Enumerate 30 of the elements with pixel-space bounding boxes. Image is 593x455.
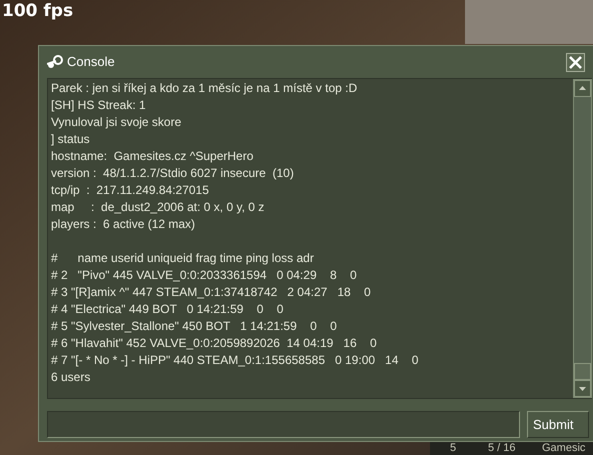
- console-line: # 6 "Hlavahit" 452 VALVE_0:0:2059892026 14 04:19 16 0: [51, 335, 378, 352]
- scroll-down-icon[interactable]: [574, 380, 591, 397]
- console-line: map : de_dust2_2006 at: 0 x, 0 y, 0 z: [51, 199, 266, 216]
- console-line: players : 6 active (12 max): [51, 216, 196, 233]
- console-line: # 5 "Sylvester_Stallone" 450 BOT 1 14:21:59 0 0: [51, 318, 338, 335]
- console-line: # 3 "[R]amix ^" 447 STEAM_0:1:37418742 2 04:27 18 0: [51, 284, 372, 301]
- scoreboard-cell: Gamesic: [542, 441, 586, 455]
- close-icon: [569, 56, 582, 68]
- scroll-up-icon[interactable]: [574, 80, 591, 97]
- console-line: # 2 "Pivo" 445 VALVE_0:0:2033361594 0 04:29 8 0: [51, 267, 358, 284]
- command-input[interactable]: [47, 411, 520, 438]
- console-line: ] status: [51, 131, 91, 148]
- window-title: Console: [67, 53, 115, 72]
- console-line: hostname: Gamesites.cz ^SuperHero: [51, 148, 254, 165]
- scrollbar[interactable]: [573, 79, 592, 398]
- submit-button[interactable]: Submit: [527, 411, 589, 438]
- console-line: version : 48/1.1.2.7/Stdio 6027 insecure (10): [51, 165, 295, 182]
- console-line: 6 users: [51, 369, 92, 386]
- console-line: # 4 "Electrica" 449 BOT 0 14:21:59 0 0: [51, 301, 284, 318]
- scoreboard-cell-text: 5 / 16: [488, 441, 517, 455]
- console-line: # 7 "[- * No * -] - HiPP" 440 STEAM_0:1:155658585 0 19:00 14 0: [51, 352, 420, 369]
- close-button[interactable]: [566, 52, 585, 72]
- scoreboard-cell-text: 5: [450, 441, 458, 455]
- fps-counter: 100 fps: [2, 3, 74, 20]
- console-line: tcp/ip : 217.11.249.84:27015: [51, 182, 210, 199]
- console-line: [SH] HS Streak: 1: [51, 97, 147, 114]
- console-line: Vynuloval jsi svoje skore: [51, 114, 182, 131]
- scroll-thumb[interactable]: [574, 363, 591, 380]
- console-line: # name userid uniqueid frag time ping loss adr: [51, 250, 315, 267]
- console-line: Parek : jen si říkej a kdo za 1 měsíc je na 1 místě v top :D: [51, 80, 358, 97]
